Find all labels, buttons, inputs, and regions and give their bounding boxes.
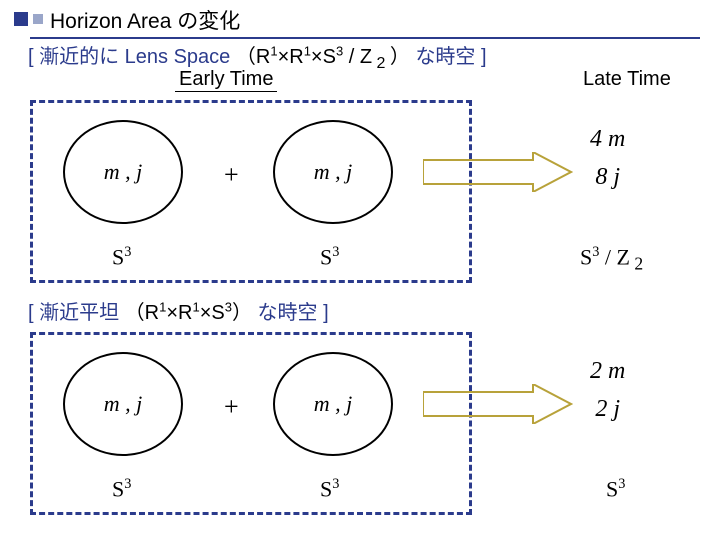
section1-late-values: 4 m 8 j [590, 120, 625, 197]
section2-s3-left: S3 [112, 476, 131, 502]
section2-late-top: 2 m [590, 352, 625, 390]
section1-formula: R1×R1×S3 / Z 2 [256, 46, 390, 68]
paren-open-2: （ [125, 302, 145, 324]
section2-circle-left: m , j [63, 352, 183, 456]
paren-close-2: ） [232, 302, 252, 324]
section1-circle-right-label: m , j [314, 159, 353, 185]
section2-plus: + [224, 392, 239, 422]
section2-heading-pre: [ 漸近平坦 [28, 302, 125, 324]
section2-arrow-icon [423, 384, 573, 424]
section2-circle-right: m , j [273, 352, 393, 456]
paren-close: ） [390, 46, 410, 68]
title-bullet-large [14, 12, 28, 26]
section2-late-s3: S3 [606, 476, 625, 502]
section1-plus: + [224, 160, 239, 190]
title-text: Horizon Area の変化 [50, 10, 240, 33]
section1-heading-pre: [ 漸近的に Lens Space [28, 46, 230, 68]
section1-s3-right: S3 [320, 244, 339, 270]
section2-late-bottom: 2 j [590, 390, 625, 428]
section1-s3-left: S3 [112, 244, 131, 270]
late-time-label: Late Time [583, 68, 671, 91]
early-time-label: Early Time [175, 68, 277, 92]
section2-formula: R1×R1×S3 [145, 302, 232, 324]
section2-heading: [ 漸近平坦 （R1×R1×S3） な時空 ] [28, 296, 329, 325]
section1-late-bottom: 8 j [590, 158, 625, 196]
paren-open: （ [236, 46, 256, 68]
section1-circle-left: m , j [63, 120, 183, 224]
section1-circle-right: m , j [273, 120, 393, 224]
page-title: Horizon Area の変化 [30, 3, 700, 39]
section1-circle-left-label: m , j [104, 159, 143, 185]
section1-late-top: 4 m [590, 120, 625, 158]
section2-circle-right-label: m , j [314, 391, 353, 417]
section1-late-s3: S3 / Z 2 [580, 244, 643, 275]
section2-s3-right: S3 [320, 476, 339, 502]
section2-late-values: 2 m 2 j [590, 352, 625, 429]
section2-heading-post: な時空 ] [258, 302, 329, 324]
section1-arrow-icon [423, 152, 573, 192]
section2-circle-left-label: m , j [104, 391, 143, 417]
section1-heading-post: な時空 ] [415, 46, 486, 68]
